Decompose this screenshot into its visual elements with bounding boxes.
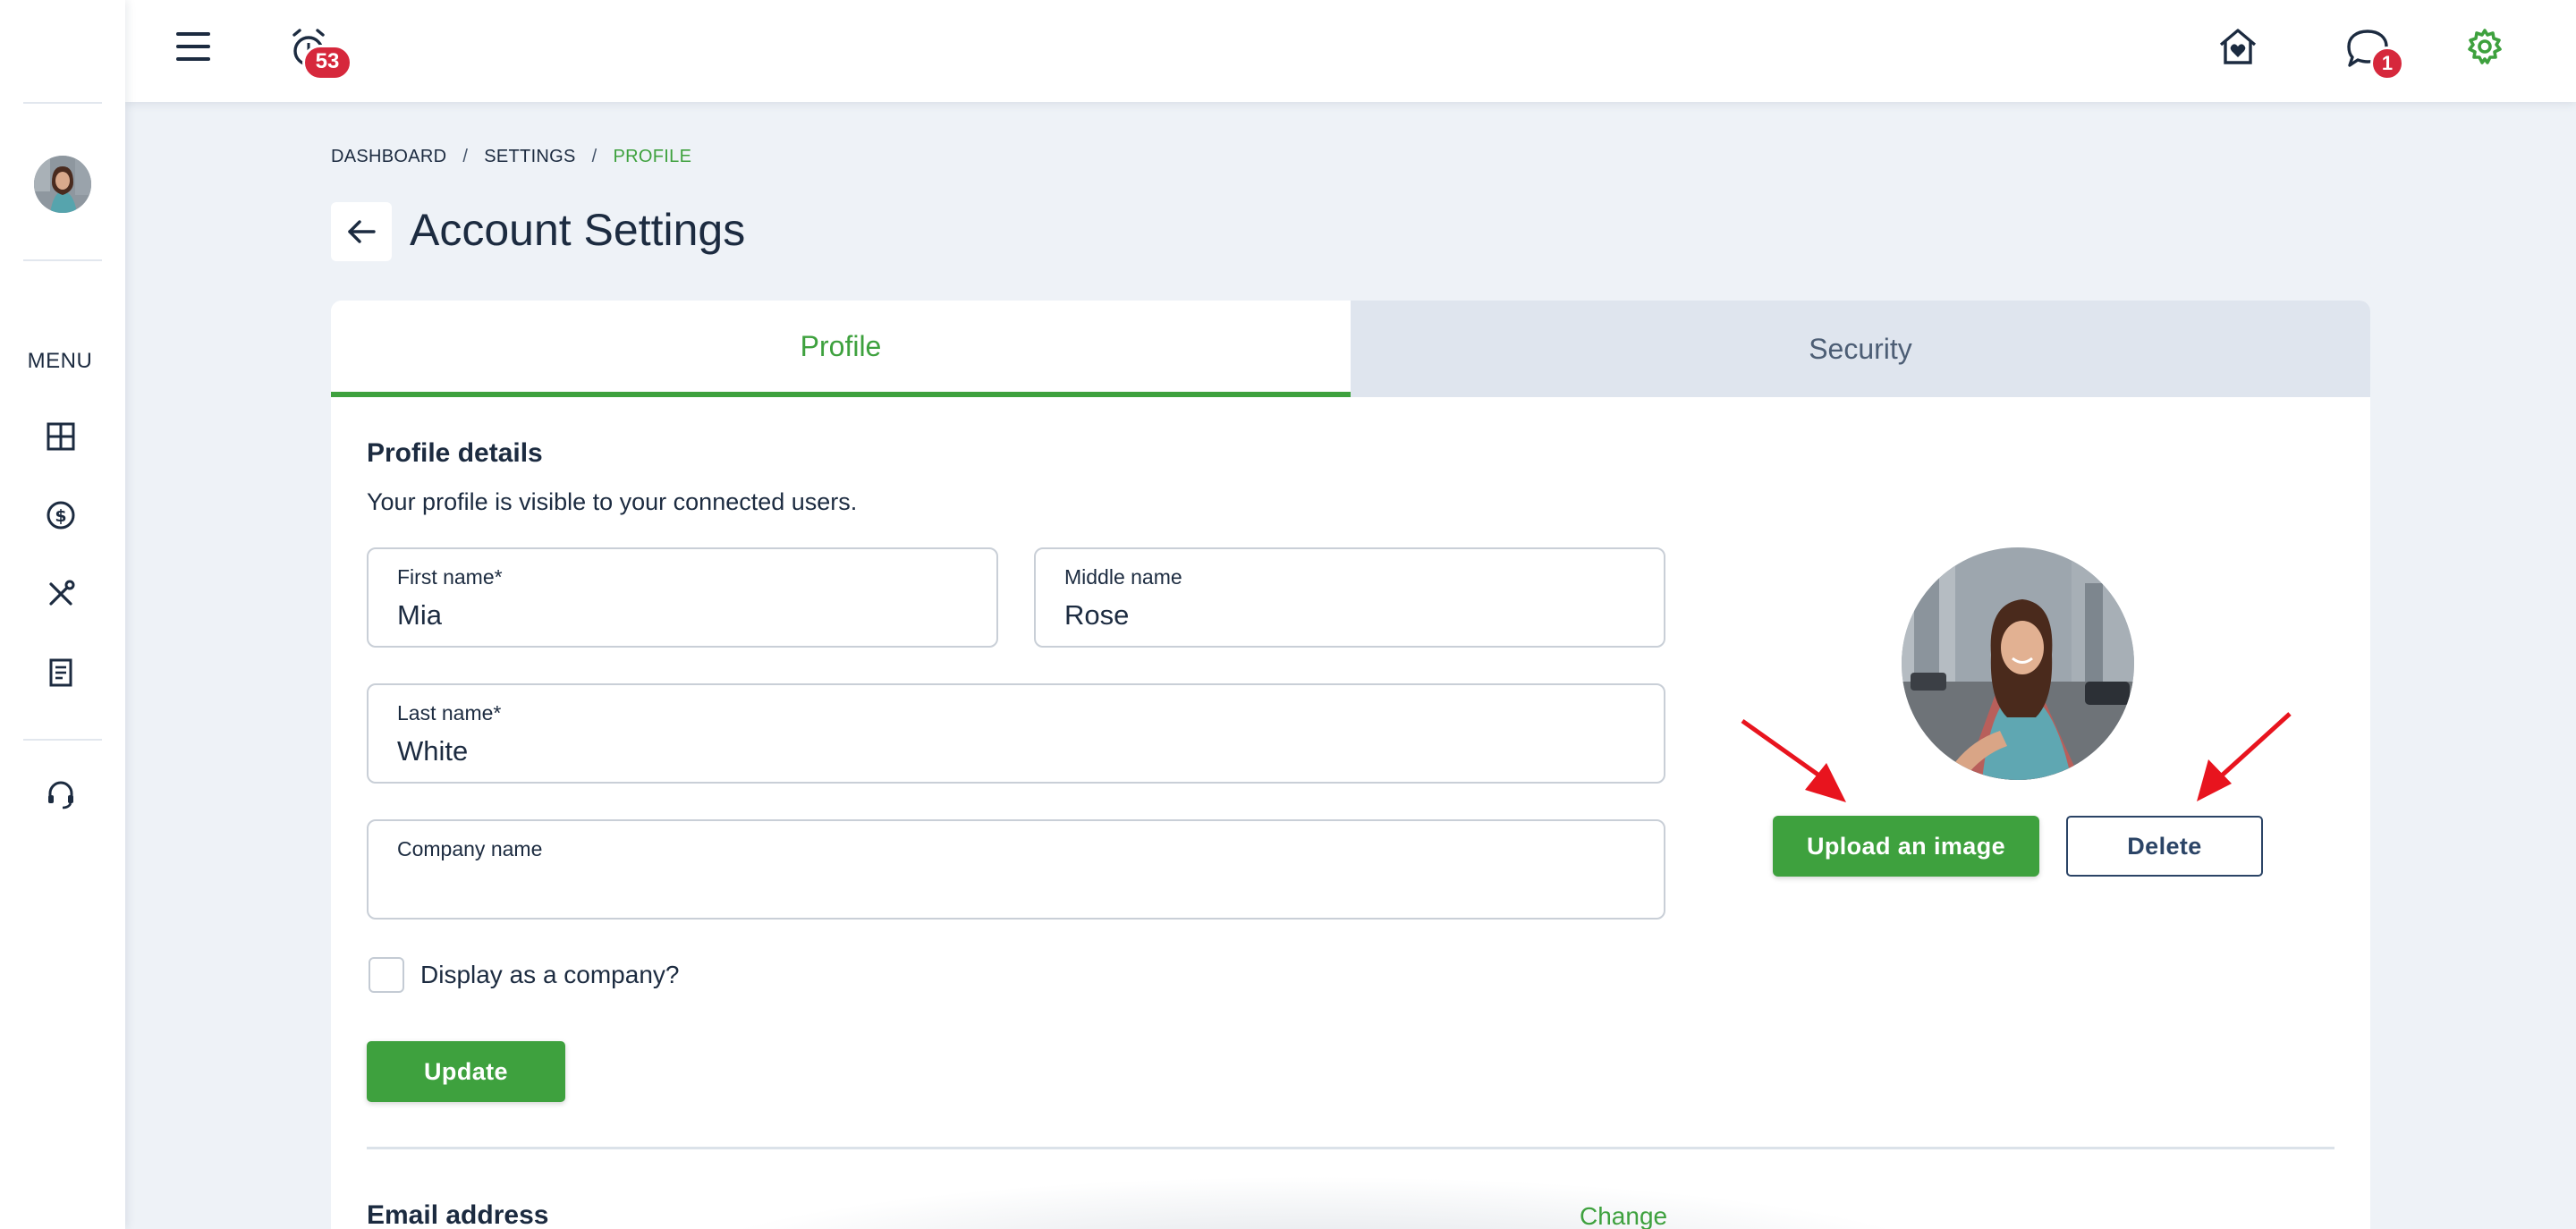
profile-photo — [1902, 547, 2134, 780]
profile-details-heading: Profile details — [367, 438, 543, 468]
dashboard-grid-icon — [47, 422, 75, 451]
last-name-value: White — [397, 735, 469, 767]
last-name-label: Last name* — [397, 701, 502, 725]
first-name-value: Mia — [397, 599, 442, 631]
document-icon — [49, 658, 72, 687]
arrow-left-icon — [348, 220, 376, 243]
sidebar-item-tools[interactable] — [41, 574, 80, 614]
breadcrumb-separator: / — [591, 147, 597, 166]
alarm-button[interactable]: 53 — [284, 21, 352, 81]
home-heart-icon — [2219, 29, 2257, 64]
sidebar-item-dashboard[interactable] — [41, 417, 80, 456]
gear-icon — [2468, 29, 2502, 64]
alarm-badge: 53 — [302, 45, 352, 81]
email-section-shadow — [599, 1168, 2030, 1229]
display-as-company-checkbox[interactable] — [369, 957, 404, 993]
headset-icon — [48, 781, 73, 809]
tab-profile[interactable]: Profile — [331, 301, 1351, 397]
menu-label: MENU — [27, 349, 93, 373]
display-as-company-label: Display as a company? — [420, 961, 680, 988]
page-title: Account Settings — [410, 205, 746, 255]
update-button[interactable]: Update — [367, 1041, 565, 1102]
messages-badge: 1 — [2370, 47, 2404, 81]
sidebar-item-finance[interactable]: $ — [41, 496, 80, 535]
home-button[interactable] — [2211, 20, 2265, 73]
upload-image-button[interactable]: Upload an image — [1773, 816, 2039, 877]
first-name-field[interactable]: First name* Mia — [367, 547, 998, 648]
tab-security[interactable]: Security — [1351, 301, 2370, 397]
sidebar-item-support[interactable] — [41, 775, 80, 814]
change-email-link[interactable]: Change — [1580, 1202, 1667, 1229]
sidebar-avatar[interactable] — [34, 156, 91, 213]
middle-name-label: Middle name — [1064, 565, 1182, 589]
company-name-field[interactable]: Company name — [367, 819, 1665, 920]
delete-image-button[interactable]: Delete — [2066, 816, 2263, 877]
top-bar: 53 1 — [125, 0, 2576, 102]
company-name-label: Company name — [397, 837, 543, 860]
last-name-field[interactable]: Last name* White — [367, 683, 1665, 784]
messages-button[interactable]: 1 — [2336, 20, 2404, 81]
middle-name-field[interactable]: Middle name Rose — [1034, 547, 1665, 648]
menu-toggle-button[interactable] — [168, 25, 218, 68]
sidebar-divider — [23, 102, 102, 104]
sidebar-item-documents[interactable] — [41, 653, 80, 692]
dollar-circle-icon: $ — [47, 501, 75, 530]
profile-photo-image — [1902, 547, 2134, 780]
profile-details-description: Your profile is visible to your connecte… — [367, 488, 858, 515]
avatar-photo — [34, 156, 91, 213]
hamburger-icon — [176, 32, 210, 61]
sidebar-divider — [23, 259, 102, 261]
back-button[interactable] — [331, 202, 392, 261]
breadcrumb-separator: / — [462, 147, 469, 166]
sidebar-divider — [23, 739, 102, 741]
section-divider — [367, 1147, 2334, 1149]
breadcrumb-settings[interactable]: SETTINGS — [484, 147, 575, 167]
breadcrumb: DASHBOARD / SETTINGS / PROFILE — [331, 147, 691, 167]
settings-card: Profile Security Profile details Your pr… — [331, 301, 2370, 1229]
wrench-screwdriver-icon — [49, 580, 75, 606]
email-address-heading: Email address — [367, 1200, 549, 1229]
svg-text:$: $ — [55, 506, 66, 526]
breadcrumb-profile: PROFILE — [613, 147, 692, 166]
sidebar: MENU $ — [0, 0, 125, 1229]
breadcrumb-dashboard[interactable]: DASHBOARD — [331, 147, 446, 167]
middle-name-value: Rose — [1064, 599, 1130, 631]
settings-button[interactable] — [2458, 20, 2512, 73]
first-name-label: First name* — [397, 565, 503, 589]
